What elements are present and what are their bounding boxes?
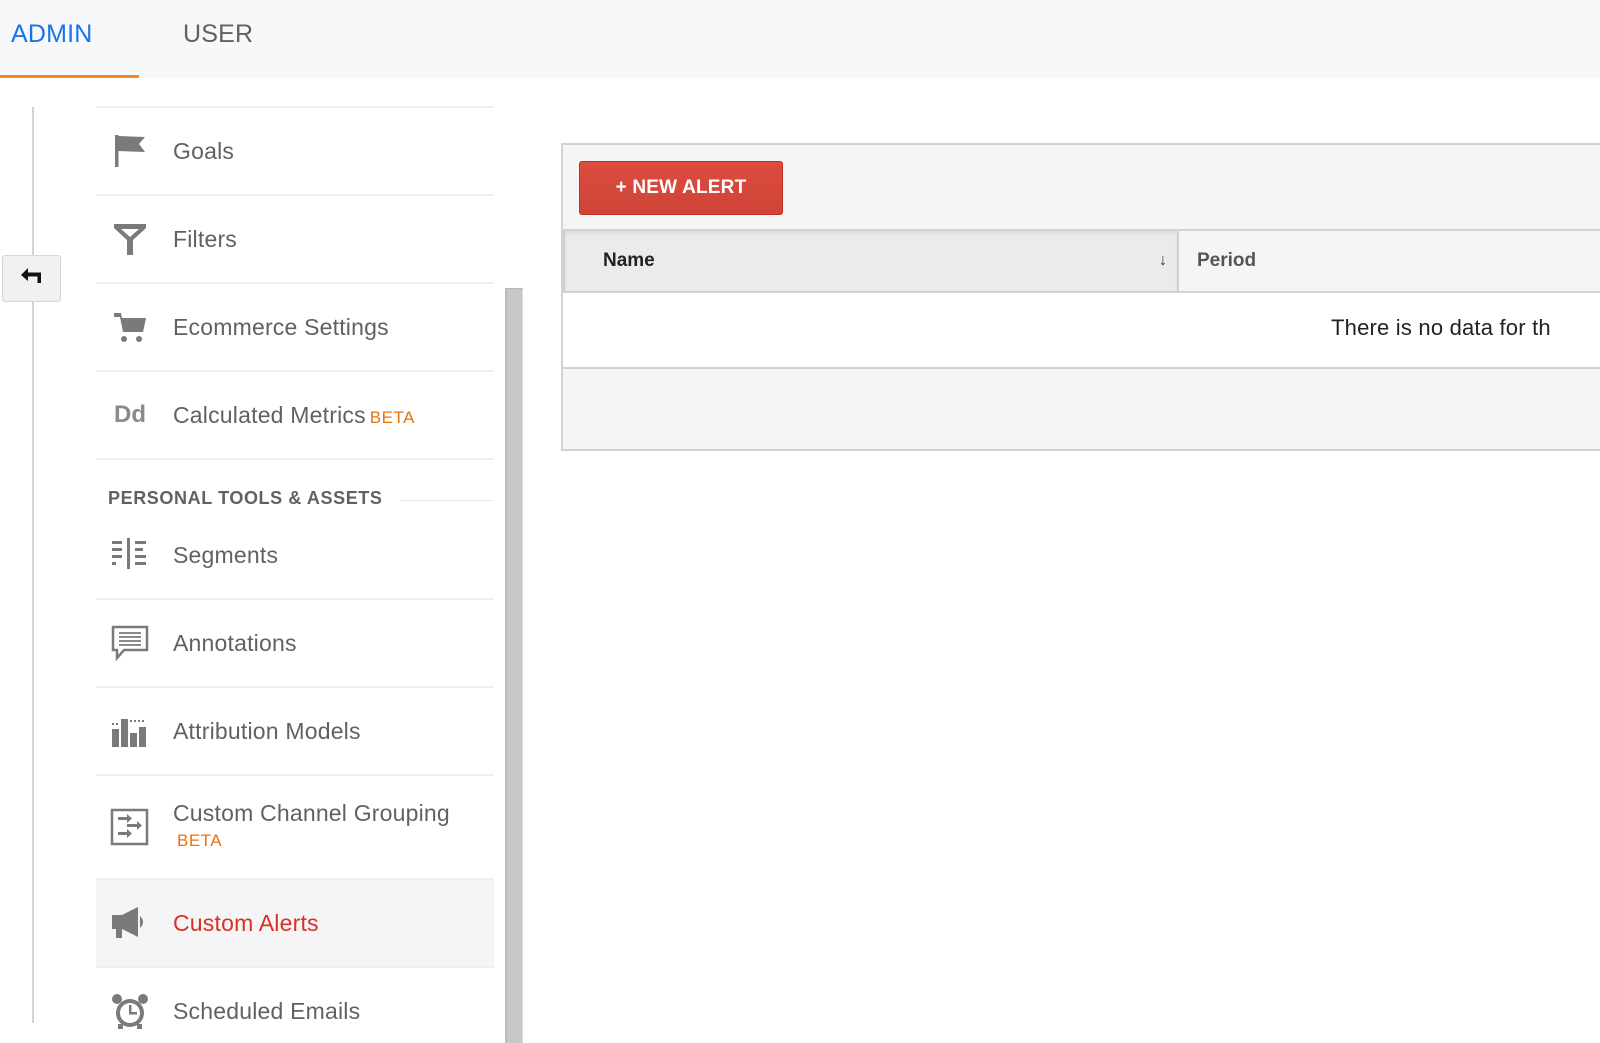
sidebar-item-label: Custom Alerts: [173, 909, 319, 936]
section-title: PERSONAL TOOLS & ASSETS: [108, 488, 383, 508]
back-button[interactable]: [2, 255, 61, 302]
sidebar-item-scheduled-emails[interactable]: Scheduled Emails: [96, 966, 494, 1043]
tab-user[interactable]: USER: [183, 0, 253, 78]
megaphone-icon: [108, 901, 152, 945]
alerts-panel: + NEW ALERT Name ↓ Period There is no da…: [561, 143, 1600, 451]
rail-divider: [32, 107, 34, 1023]
sidebar-item-goals[interactable]: Goals: [96, 106, 494, 194]
column-header-name[interactable]: Name ↓: [563, 231, 1179, 291]
sidebar-item-annotations[interactable]: Annotations: [96, 598, 494, 686]
segments-icon: [108, 533, 152, 577]
section-personal-tools: PERSONAL TOOLS & ASSETS: [96, 458, 494, 512]
dd-icon: Dd: [114, 401, 146, 428]
alerts-toolbar: + NEW ALERT: [563, 145, 1600, 229]
sidebar-item-label: Scheduled Emails: [173, 997, 361, 1024]
sidebar-scrollbar[interactable]: [505, 288, 523, 1043]
flag-icon: [108, 129, 152, 173]
column-header-period[interactable]: Period: [1179, 231, 1600, 291]
table-footer: [563, 369, 1600, 449]
sidebar-item-label: Calculated Metrics BETA: [173, 402, 415, 429]
sidebar-item-ecommerce-settings[interactable]: Ecommerce Settings: [96, 282, 494, 370]
sidebar-item-attribution-models[interactable]: Attribution Models: [96, 686, 494, 774]
table-empty-row: There is no data for th: [563, 293, 1600, 369]
sort-down-icon[interactable]: ↓: [1159, 252, 1167, 270]
sidebar-nav: Goals Filters Ecommerce Settings Dd Calc…: [96, 106, 494, 1043]
alarm-clock-icon: [108, 989, 152, 1033]
sidebar-item-segments[interactable]: Segments: [96, 512, 494, 598]
attribution-icon: [108, 709, 152, 753]
sidebar-item-custom-alerts[interactable]: Custom Alerts: [96, 878, 494, 966]
top-tab-bar: ADMIN USER: [0, 0, 1600, 78]
empty-message: There is no data for th: [1331, 315, 1551, 340]
sidebar-item-label: Custom Channel Grouping BETA: [173, 799, 450, 855]
sidebar-item-custom-channel-grouping[interactable]: Custom Channel Grouping BETA: [96, 774, 494, 878]
label-text: Custom Channel Grouping: [173, 800, 450, 826]
cart-icon: [108, 305, 152, 349]
label-text: Calculated Metrics: [173, 401, 366, 428]
section-rule: [400, 500, 494, 501]
sidebar-item-filters[interactable]: Filters: [96, 194, 494, 282]
table-header: Name ↓ Period: [563, 229, 1600, 293]
sidebar-item-label: Annotations: [173, 629, 297, 656]
column-label: Name: [603, 250, 655, 271]
back-arrow-icon: [19, 266, 45, 291]
column-label: Period: [1197, 250, 1257, 271]
sidebar-item-label: Filters: [173, 225, 238, 252]
beta-badge: BETA: [177, 831, 223, 850]
channel-grouping-icon: [108, 805, 152, 849]
filter-icon: [108, 217, 152, 261]
sidebar-item-label: Goals: [173, 137, 235, 164]
new-alert-button[interactable]: + NEW ALERT: [579, 161, 783, 215]
annotation-icon: [108, 621, 152, 665]
sidebar-item-label: Attribution Models: [173, 717, 361, 744]
beta-badge: BETA: [369, 407, 415, 427]
sidebar-item-calculated-metrics[interactable]: Dd Calculated Metrics BETA: [96, 370, 494, 458]
sidebar-item-label: Ecommerce Settings: [173, 313, 389, 340]
tab-admin[interactable]: ADMIN: [0, 0, 139, 78]
sidebar-item-label: Segments: [173, 541, 279, 568]
